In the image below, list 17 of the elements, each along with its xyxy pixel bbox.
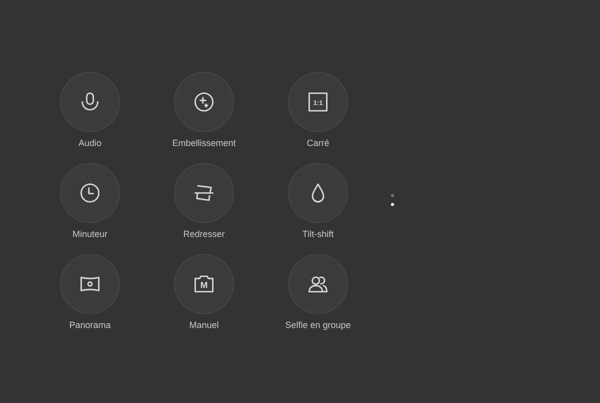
mode-label: Audio — [78, 138, 102, 149]
microphone-icon — [79, 91, 101, 113]
camera-icon: M — [193, 273, 215, 295]
mode-label: Manuel — [189, 320, 219, 331]
clock-icon — [79, 182, 101, 204]
mode-label: Panorama — [69, 320, 111, 331]
mode-label: Carré — [306, 138, 330, 149]
mode-label: Embellissement — [172, 138, 236, 149]
page-dot[interactable] — [391, 203, 394, 206]
mode-label: Minuteur — [72, 229, 108, 240]
mode-label: Redresser — [183, 229, 225, 240]
mode-button[interactable]: M — [174, 254, 234, 314]
straighten-icon — [193, 182, 215, 204]
page-dot[interactable] — [391, 194, 394, 197]
mode-label: Selfie en groupe — [285, 320, 351, 331]
mode-label: Tilt-shift — [302, 229, 334, 240]
sparkle-icon — [193, 91, 215, 113]
